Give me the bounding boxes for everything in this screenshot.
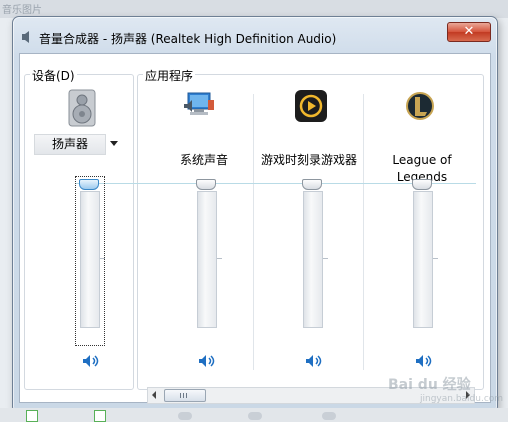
checkbox-icon: [94, 410, 106, 422]
slider-tick: [100, 258, 105, 259]
background-bottom-bar: [0, 408, 508, 422]
system-sounds-volume-thumb[interactable]: [196, 179, 216, 190]
chevron-down-icon[interactable]: [110, 141, 118, 146]
grip-line: [180, 393, 181, 398]
slider-tick: [323, 258, 328, 259]
speaker-mute-toggle-icon[interactable]: [82, 354, 100, 368]
grip-line: [186, 393, 187, 398]
speaker-device-icon: [68, 89, 96, 127]
device-volume-thumb[interactable]: [79, 179, 99, 190]
system-sounds-volume-track[interactable]: [197, 191, 217, 328]
device-select[interactable]: 扬声器: [34, 134, 106, 155]
league-of-legends-volume-track[interactable]: [413, 191, 433, 328]
game-recorder-icon: [295, 90, 327, 122]
app-label-system-sounds: 系统声音: [179, 153, 228, 167]
watermark: Bai du 经验: [388, 377, 471, 393]
system-sounds-icon: [184, 92, 214, 115]
volume-mixer-title-icon: [22, 31, 29, 43]
game-recorder-volume-thumb[interactable]: [302, 179, 322, 190]
slider-tick: [433, 258, 438, 259]
checkbox-icon: [26, 410, 38, 422]
column-separator: [363, 94, 364, 370]
league-of-legends-volume-thumb[interactable]: [412, 179, 432, 190]
device-volume-track[interactable]: [80, 191, 100, 328]
background-text: 音乐图片: [2, 5, 42, 16]
app-label-game-recorder: 游戏时刻录游戏器: [260, 153, 357, 167]
app-label-line1: League of: [392, 153, 452, 167]
background-shape: [178, 412, 192, 420]
column-separator: [253, 94, 254, 370]
mixer-client-area: 设备(D) 扬声器 应用程序 系统声音 游戏时刻录游戏器 League of L…: [19, 53, 491, 404]
league-of-legends-mute-icon[interactable]: [415, 354, 433, 368]
system-sounds-mute-icon[interactable]: [198, 354, 216, 368]
volume-mixer-window: 音量合成器 - 扬声器 (Realtek High Definition Aud…: [12, 16, 498, 410]
league-of-legends-icon: [406, 92, 434, 120]
applications-group-label: 应用程序: [143, 67, 196, 84]
game-recorder-mute-icon[interactable]: [305, 354, 323, 368]
slider-tick: [217, 258, 222, 259]
window-title: 音量合成器 - 扬声器 (Realtek High Definition Aud…: [39, 32, 337, 46]
background-shape: [248, 412, 262, 420]
background-shape: [322, 412, 336, 420]
game-recorder-volume-track[interactable]: [303, 191, 323, 328]
grip-line: [183, 393, 184, 398]
scrollbar-thumb[interactable]: [164, 389, 206, 402]
device-group-label: 设备(D): [30, 67, 77, 84]
close-button[interactable]: ✕: [447, 22, 491, 42]
scroll-left-arrow-icon[interactable]: [152, 391, 156, 399]
watermark-sub: jingyan.baidu.com: [420, 394, 504, 404]
